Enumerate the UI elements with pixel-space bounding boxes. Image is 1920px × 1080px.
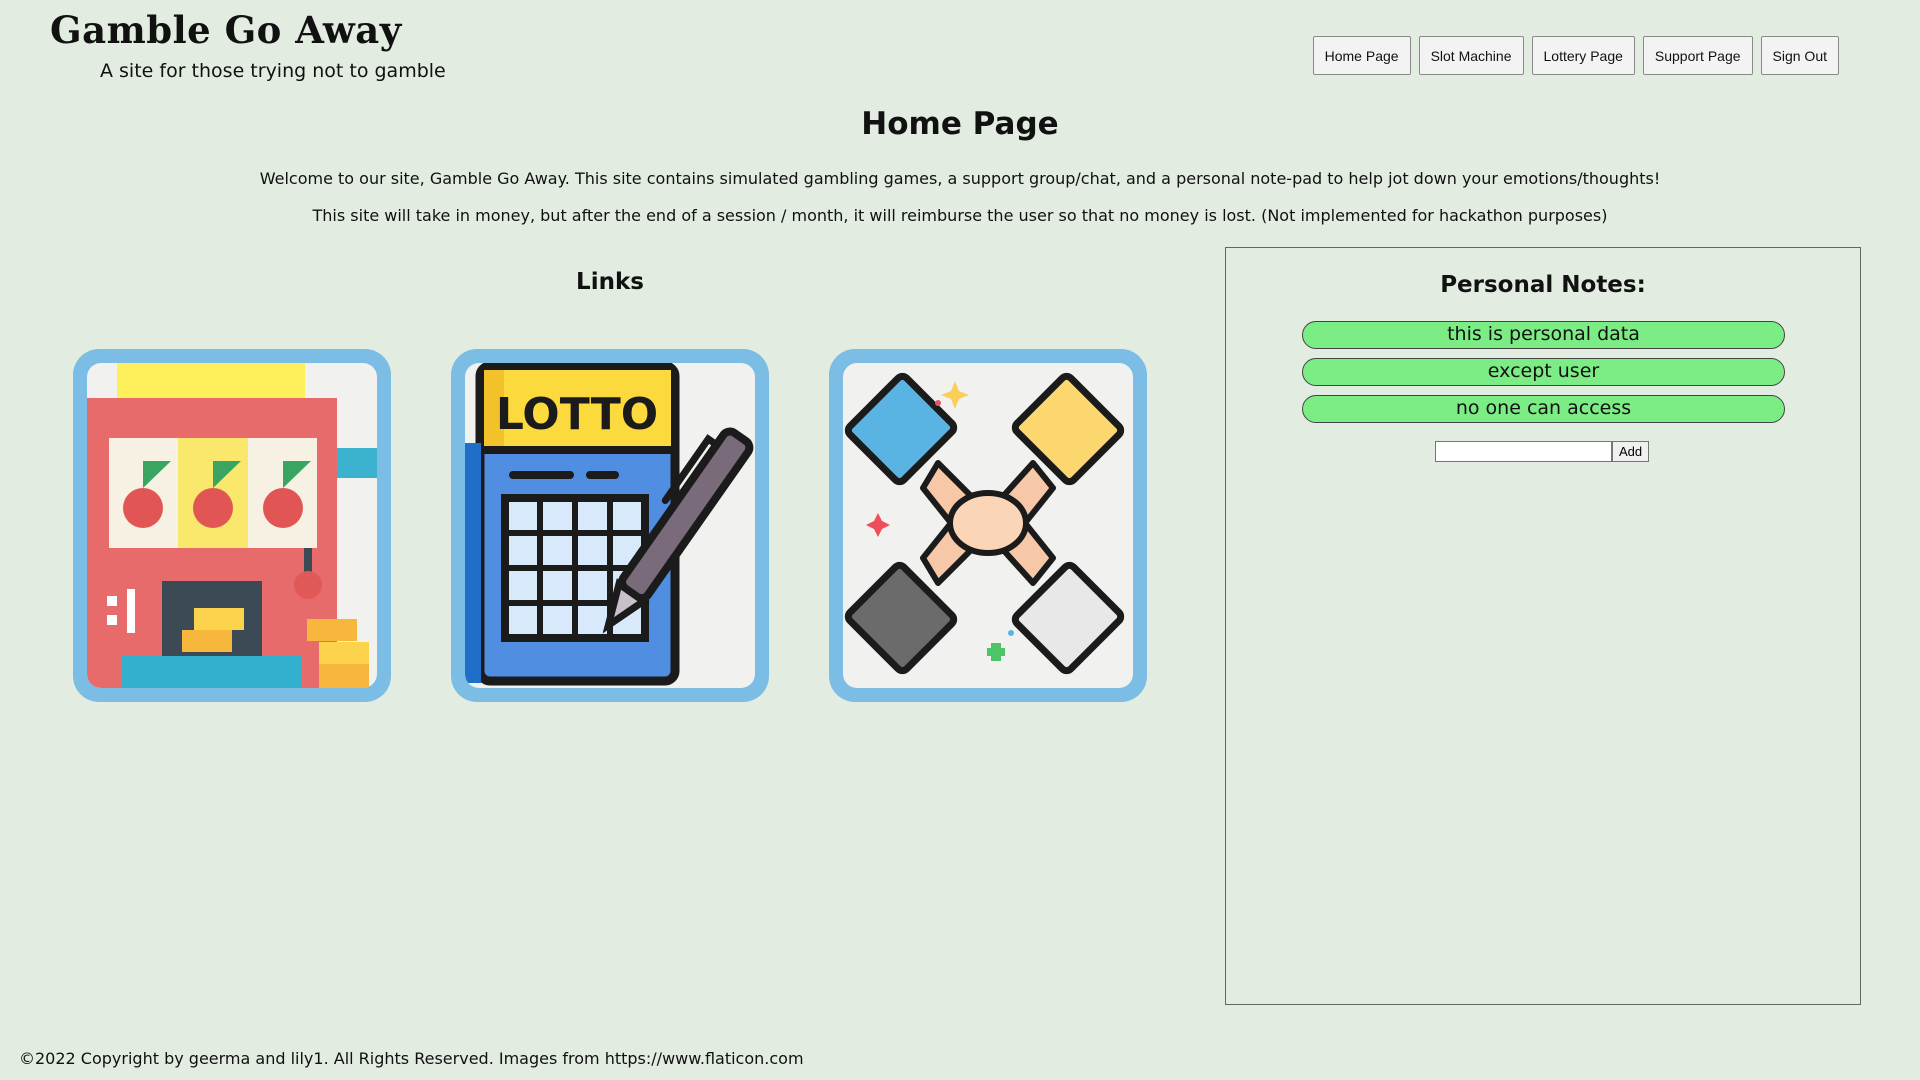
lottery-ticket-icon: LOTTO [465, 363, 754, 686]
links-heading: Links [576, 269, 644, 295]
note-input[interactable] [1435, 441, 1612, 462]
add-note-button[interactable]: Add [1612, 441, 1650, 462]
personal-notes-panel: Personal Notes: this is personal data ex… [1225, 247, 1861, 1005]
page-title: Home Page [861, 106, 1059, 142]
support-link[interactable] [829, 349, 1147, 702]
note-item[interactable]: except user [1302, 358, 1785, 386]
note-item[interactable]: no one can access [1302, 395, 1785, 423]
footer-copyright: ©2022 Copyright by geerma and lily1. All… [19, 1049, 804, 1068]
notes-heading: Personal Notes: [1440, 272, 1646, 298]
note-item[interactable]: this is personal data [1302, 321, 1785, 349]
site-tagline: A site for those trying not to gamble [100, 60, 446, 82]
support-hands-icon [844, 372, 1125, 675]
nav-support-button[interactable]: Support Page [1642, 36, 1753, 75]
intro-text: Welcome to our site, Gamble Go Away. Thi… [259, 169, 1661, 188]
nav-home-button[interactable]: Home Page [1312, 36, 1411, 75]
notes-list: this is personal data except user no one… [1302, 321, 1785, 432]
lotto-label: LOTTO [496, 389, 658, 440]
nav-slot-machine-button[interactable]: Slot Machine [1418, 36, 1524, 75]
sign-out-button[interactable]: Sign Out [1760, 36, 1839, 75]
top-navigation: Home Page Slot Machine Lottery Page Supp… [1312, 36, 1839, 75]
intro-note: This site will take in money, but after … [312, 206, 1608, 225]
lottery-link[interactable]: LOTTO [451, 349, 769, 702]
slot-machine-link[interactable] [73, 349, 391, 702]
slot-machine-icon [87, 363, 377, 688]
nav-lottery-button[interactable]: Lottery Page [1531, 36, 1635, 75]
site-title: Gamble Go Away [50, 8, 402, 52]
